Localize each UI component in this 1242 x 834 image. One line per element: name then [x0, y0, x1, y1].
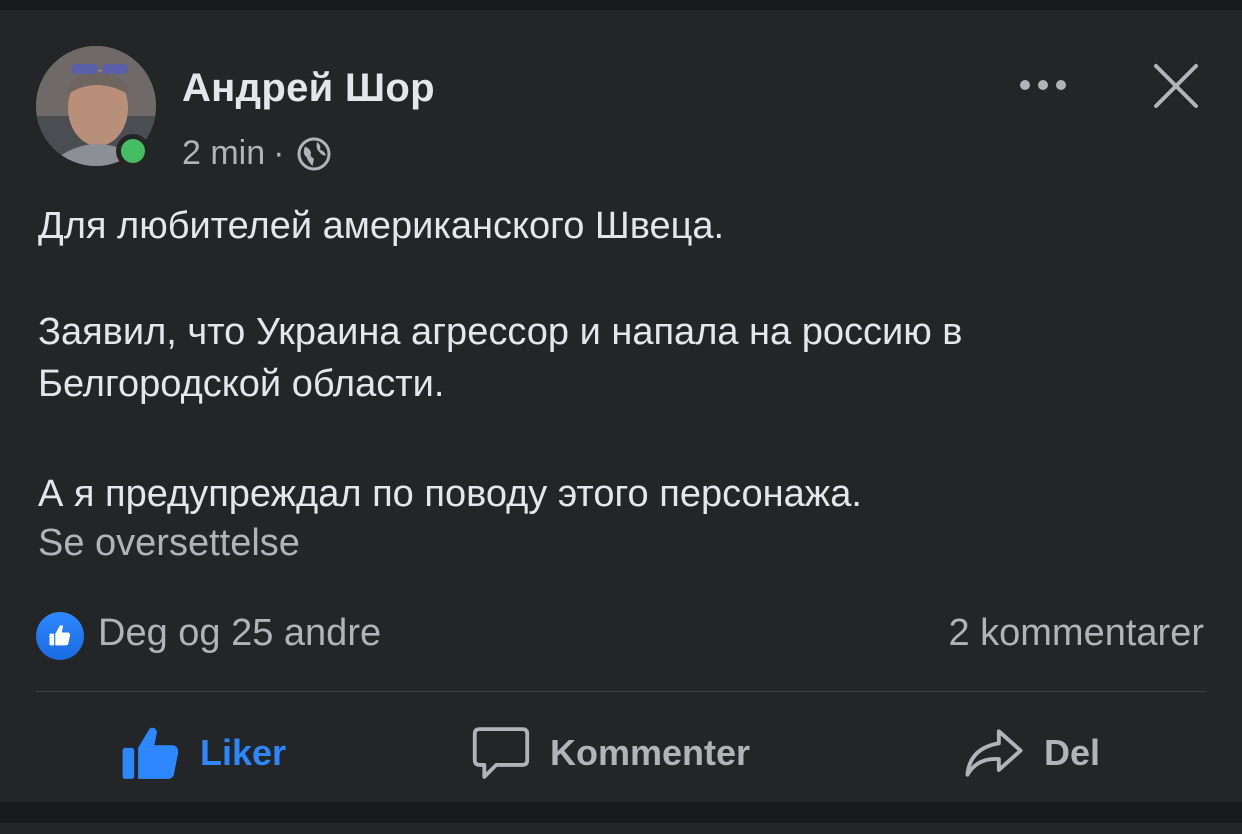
online-status-indicator [116, 134, 150, 168]
post-meta: 2 min · [182, 134, 332, 173]
author-name[interactable]: Андрей Шор [182, 66, 435, 111]
reactions-summary[interactable]: Deg og 25 andre [98, 612, 381, 655]
share-arrow-icon [965, 729, 1023, 777]
meta-separator: · [273, 134, 285, 172]
share-button[interactable]: Del [962, 718, 1100, 788]
globe-icon [297, 137, 331, 170]
post-paragraph: Заявил, что Украина агрессор и напала на… [38, 311, 963, 405]
comment-bubble-icon [472, 727, 530, 779]
share-button-label: Del [1044, 732, 1101, 773]
thumbs-up-icon [49, 625, 71, 646]
see-translation-link[interactable]: Se oversettelse [38, 522, 300, 565]
post-time[interactable]: 2 min [182, 134, 265, 173]
post-card: Андрей Шор 2 min · Для любителей америка… [0, 10, 1242, 802]
post-paragraph: А я предупреждал по поводу этого персона… [38, 473, 862, 515]
like-button[interactable]: Liker [120, 718, 286, 788]
more-options-icon[interactable] [1016, 70, 1070, 100]
comment-button[interactable]: Kommenter [470, 718, 750, 788]
top-bar [0, 0, 1242, 10]
like-reaction-badge[interactable] [36, 612, 84, 660]
comment-button-label: Kommenter [550, 732, 751, 773]
bottom-bar [0, 802, 1242, 834]
divider [36, 691, 1206, 692]
comments-count[interactable]: 2 kommentarer [948, 612, 1204, 655]
close-icon[interactable] [1150, 60, 1202, 112]
like-button-label: Liker [200, 732, 287, 773]
next-card-edge [0, 823, 1242, 834]
thumbs-up-icon [122, 727, 179, 779]
post-paragraph: Для любителей американского Швеца. [38, 205, 725, 247]
